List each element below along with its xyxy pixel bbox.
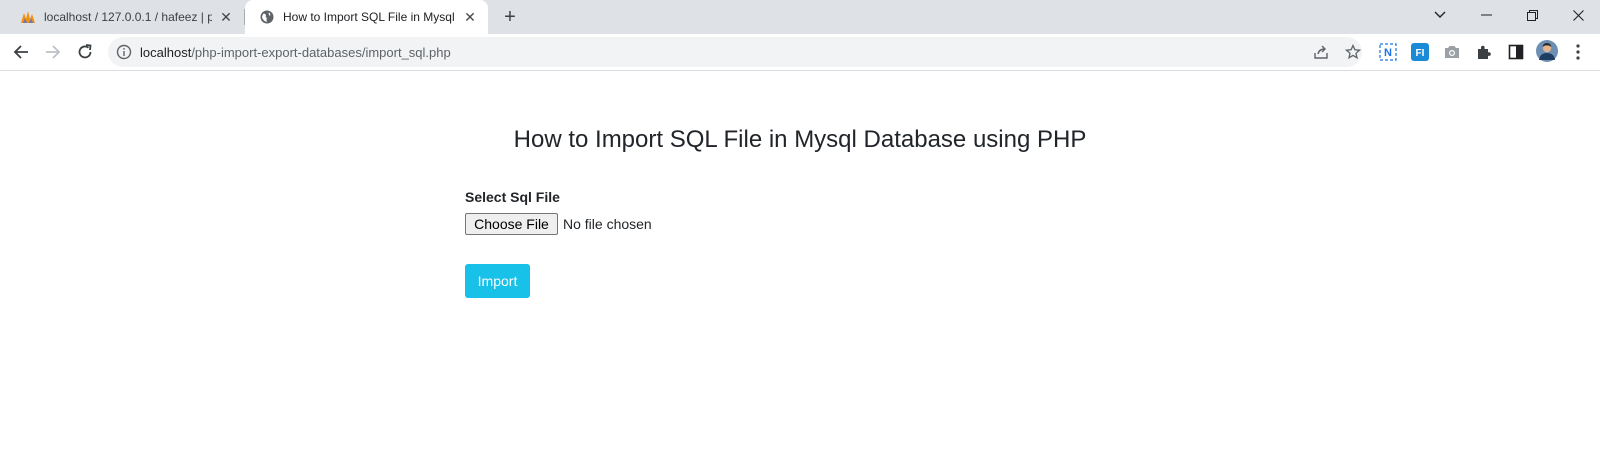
restore-icon [1526,9,1538,21]
bookmark-star-icon[interactable] [1345,44,1361,60]
chevron-down-icon [1434,11,1446,18]
tab-phpmyadmin[interactable]: localhost / 127.0.0.1 / hafeez | php ✕ [8,0,244,34]
n-extension-label: N [1384,47,1392,59]
arrow-right-icon [46,45,61,59]
info-icon[interactable] [116,44,132,60]
url-path: /php-import-export-databases/import_sql.… [191,45,451,60]
camera-icon[interactable] [1442,42,1462,62]
file-input[interactable]: Choose File No file chosen [465,213,652,235]
forward-button[interactable] [39,38,67,66]
tab-strip: localhost / 127.0.0.1 / hafeez | php ✕ H… [0,0,1600,34]
page-title: How to Import SQL File in Mysql Database… [513,126,1087,153]
avatar[interactable] [1536,40,1558,62]
choose-file-button[interactable]: Choose File [465,213,558,235]
file-field-label: Select Sql File [465,189,560,205]
close-icon [1572,9,1584,21]
back-button[interactable] [7,38,35,66]
url-host: localhost [140,45,192,60]
close-icon[interactable]: ✕ [218,9,234,25]
n-extension-icon[interactable]: N [1378,42,1398,62]
phpmyadmin-icon [20,9,36,25]
minimize-button[interactable] [1463,0,1509,30]
browser-toolbar: localhost/php-import-export-databases/im… [0,34,1600,71]
reload-icon [78,44,92,59]
arrow-left-icon [13,45,28,59]
share-icon[interactable] [1313,44,1329,60]
reload-button[interactable] [71,38,99,66]
minimize-icon [1480,14,1492,16]
restore-button[interactable] [1509,0,1555,30]
url-text[interactable]: localhost/php-import-export-databases/im… [140,45,451,60]
globe-icon [259,9,275,25]
fi-extension-label: FI [1416,48,1425,59]
fi-extension-icon[interactable]: FI [1410,42,1430,62]
kebab-menu-icon[interactable] [1568,42,1588,62]
tab-import-sql[interactable]: How to Import SQL File in Mysql ✕ [245,0,488,34]
close-window-button[interactable] [1555,0,1600,30]
puzzle-icon[interactable] [1474,42,1494,62]
tab-title: localhost / 127.0.0.1 / hafeez | php [44,10,212,24]
tab-title: How to Import SQL File in Mysql [283,10,455,24]
new-tab-button[interactable]: + [498,5,522,29]
side-panel-icon[interactable] [1506,42,1526,62]
import-button[interactable]: Import [465,264,530,298]
address-bar[interactable]: localhost/php-import-export-databases/im… [108,37,1362,67]
tab-search-button[interactable] [1417,0,1463,30]
close-icon[interactable]: ✕ [462,9,478,25]
file-status-text: No file chosen [563,216,652,232]
